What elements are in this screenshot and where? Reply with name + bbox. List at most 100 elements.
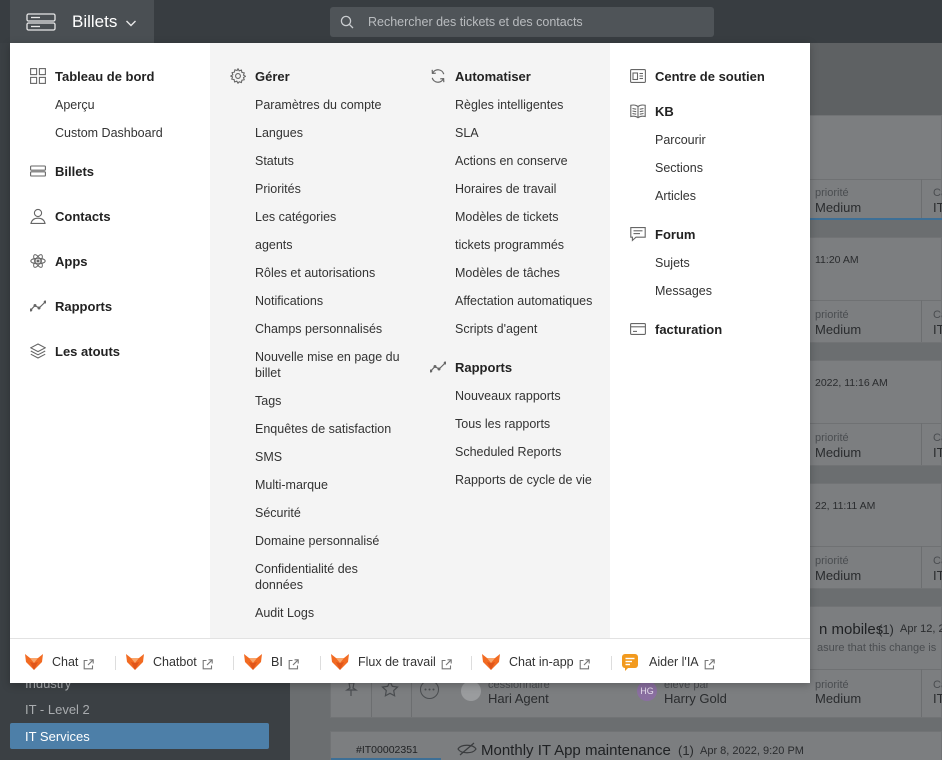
menu-item-languages[interactable]: Langues xyxy=(255,125,405,141)
assignee-value[interactable]: Hari Agent xyxy=(488,691,549,706)
browser-window-icon xyxy=(630,68,646,84)
tickets-stack-icon xyxy=(30,163,46,179)
menu-contacts[interactable]: Contacts xyxy=(30,206,111,226)
category-value[interactable]: IT xyxy=(933,445,942,460)
sidebar-item-it-level-2[interactable]: IT - Level 2 xyxy=(25,702,90,717)
menu-item-topics[interactable]: Sujets xyxy=(655,255,805,271)
menu-item-browse[interactable]: Parcourir xyxy=(655,132,805,148)
menu-item-agent-scripts[interactable]: Scripts d'agent xyxy=(455,321,605,337)
menu-item-ticket-templates[interactable]: Modèles de tickets xyxy=(455,209,605,225)
menu-item-new-ticket-layout[interactable]: Nouvelle mise en page du billet xyxy=(255,349,405,381)
menu-item-notifications[interactable]: Notifications xyxy=(255,293,405,309)
menu-billing[interactable]: facturation xyxy=(630,319,722,339)
menu-apps[interactable]: Apps xyxy=(30,251,88,271)
menu-item-scheduled-reports[interactable]: Scheduled Reports xyxy=(455,444,605,460)
sidebar-item-it-services[interactable]: IT Services xyxy=(25,729,90,744)
menu-item-audit-logs[interactable]: Audit Logs xyxy=(255,605,405,621)
priority-label: priorité xyxy=(815,432,849,444)
search-input[interactable] xyxy=(368,7,698,37)
menu-item-custom-dashboard[interactable]: Custom Dashboard xyxy=(55,125,205,141)
menu-item-agents[interactable]: agents xyxy=(255,237,405,253)
global-search[interactable] xyxy=(330,7,714,37)
suite-link-divider xyxy=(233,656,234,670)
menu-item-messages[interactable]: Messages xyxy=(655,283,805,299)
pin-icon[interactable] xyxy=(343,681,359,697)
layers-icon xyxy=(29,343,47,359)
menu-item-sla[interactable]: SLA xyxy=(455,125,605,141)
ticket-title[interactable]: Monthly IT App maintenance xyxy=(481,742,671,759)
category-value[interactable]: IT xyxy=(933,568,942,583)
fox-logo-icon xyxy=(24,653,44,671)
menu-reports[interactable]: Rapports xyxy=(29,296,112,316)
raised-by-value[interactable]: Harry Gold xyxy=(664,691,727,706)
menu-item-articles[interactable]: Articles xyxy=(655,188,805,204)
category-label: Ca xyxy=(933,432,942,444)
menu-item-tags[interactable]: Tags xyxy=(255,393,405,409)
menu-assets[interactable]: Les atouts xyxy=(29,341,120,361)
suite-link-label: Flux de travail xyxy=(358,655,436,669)
ticket-card[interactable]: #IT00002351 Monthly IT App maintenance (… xyxy=(330,731,942,760)
trend-line-icon xyxy=(429,359,447,375)
module-mega-menu: Tableau de bord Aperçu Custom Dashboard … xyxy=(10,43,810,683)
suite-link-ai-assist[interactable]: Aider l'IA xyxy=(621,653,715,671)
suite-link-in-app-chat[interactable]: Chat in-app xyxy=(481,653,590,671)
suite-link-chat[interactable]: Chat xyxy=(24,653,95,671)
menu-item-custom-fields[interactable]: Champs personnalisés xyxy=(255,321,405,337)
suite-link-bi[interactable]: BI xyxy=(243,653,299,671)
menu-item-satisfaction-surveys[interactable]: Enquêtes de satisfaction xyxy=(255,421,405,437)
menu-item-roles-permissions[interactable]: Rôles et autorisations xyxy=(255,265,405,281)
category-label: Ca xyxy=(933,555,942,567)
ticket-id[interactable]: #IT00002351 xyxy=(356,744,418,756)
menu-item-auto-assignment[interactable]: Affectation automatiques xyxy=(455,293,605,309)
menu-apps-label: Apps xyxy=(55,253,88,269)
menu-item-account-settings[interactable]: Paramètres du compte xyxy=(255,97,405,113)
category-value[interactable]: IT xyxy=(933,200,942,215)
menu-item-security[interactable]: Sécurité xyxy=(255,505,405,521)
menu-item-categories[interactable]: Les catégories xyxy=(255,209,405,225)
menu-item-all-reports[interactable]: Tous les rapports xyxy=(455,416,605,432)
category-value[interactable]: IT xyxy=(933,322,942,337)
menu-item-multi-brand[interactable]: Multi-marque xyxy=(255,477,405,493)
ticket-title[interactable]: n mobiles xyxy=(819,621,883,638)
menu-item-data-privacy[interactable]: Confidentialité des données xyxy=(255,561,405,593)
gear-icon xyxy=(229,67,247,85)
menu-item-statuses[interactable]: Statuts xyxy=(255,153,405,169)
suite-link-chatbot[interactable]: Chatbot xyxy=(125,653,213,671)
menu-support-center[interactable]: Centre de soutien xyxy=(630,66,765,86)
menu-dashboard[interactable]: Tableau de bord xyxy=(30,66,154,86)
menu-tickets-label: Billets xyxy=(55,163,95,179)
external-link-icon xyxy=(704,657,715,669)
module-title: Billets xyxy=(72,11,118,31)
suite-link-label: Aider l'IA xyxy=(649,655,699,669)
menu-item-task-templates[interactable]: Modèles de tâches xyxy=(455,265,605,281)
menu-item-sections[interactable]: Sections xyxy=(655,160,805,176)
menu-item-sms[interactable]: SMS xyxy=(255,449,405,465)
priority-label: priorité xyxy=(815,309,849,321)
menu-item-priorities[interactable]: Priorités xyxy=(255,181,405,197)
category-label: Ca xyxy=(933,187,942,199)
menu-item-lifecycle-reports[interactable]: Rapports de cycle de vie xyxy=(455,472,605,488)
menu-reports-heading: Rapports xyxy=(429,357,512,377)
menu-item-smart-rules[interactable]: Règles intelligentes xyxy=(455,97,605,113)
priority-value[interactable]: Medium xyxy=(815,691,861,706)
refresh-icon xyxy=(430,68,446,84)
menu-item-custom-domain[interactable]: Domaine personnalisé xyxy=(255,533,405,549)
menu-item-new-reports[interactable]: Nouveaux rapports xyxy=(455,388,605,404)
menu-item-scheduled-tickets[interactable]: tickets programmés xyxy=(455,237,605,253)
priority-value[interactable]: Medium xyxy=(815,445,861,460)
menu-column-manage: Gérer Paramètres du compte Langues Statu… xyxy=(210,43,410,638)
menu-tickets[interactable]: Billets xyxy=(30,161,94,181)
category-value[interactable]: IT xyxy=(933,691,942,706)
menu-forum-heading: Forum xyxy=(630,224,695,244)
priority-value[interactable]: Medium xyxy=(815,200,861,215)
suite-link-workflows[interactable]: Flux de travail xyxy=(330,653,452,671)
user-icon xyxy=(30,208,46,224)
menu-item-overview[interactable]: Aperçu xyxy=(55,97,205,113)
external-link-icon xyxy=(288,657,299,669)
menu-item-canned-actions[interactable]: Actions en conserve xyxy=(455,153,605,169)
module-switcher[interactable]: Billets xyxy=(10,0,154,43)
priority-value[interactable]: Medium xyxy=(815,568,861,583)
trend-line-icon xyxy=(29,298,47,314)
priority-value[interactable]: Medium xyxy=(815,322,861,337)
menu-item-working-hours[interactable]: Horaires de travail xyxy=(455,181,605,197)
